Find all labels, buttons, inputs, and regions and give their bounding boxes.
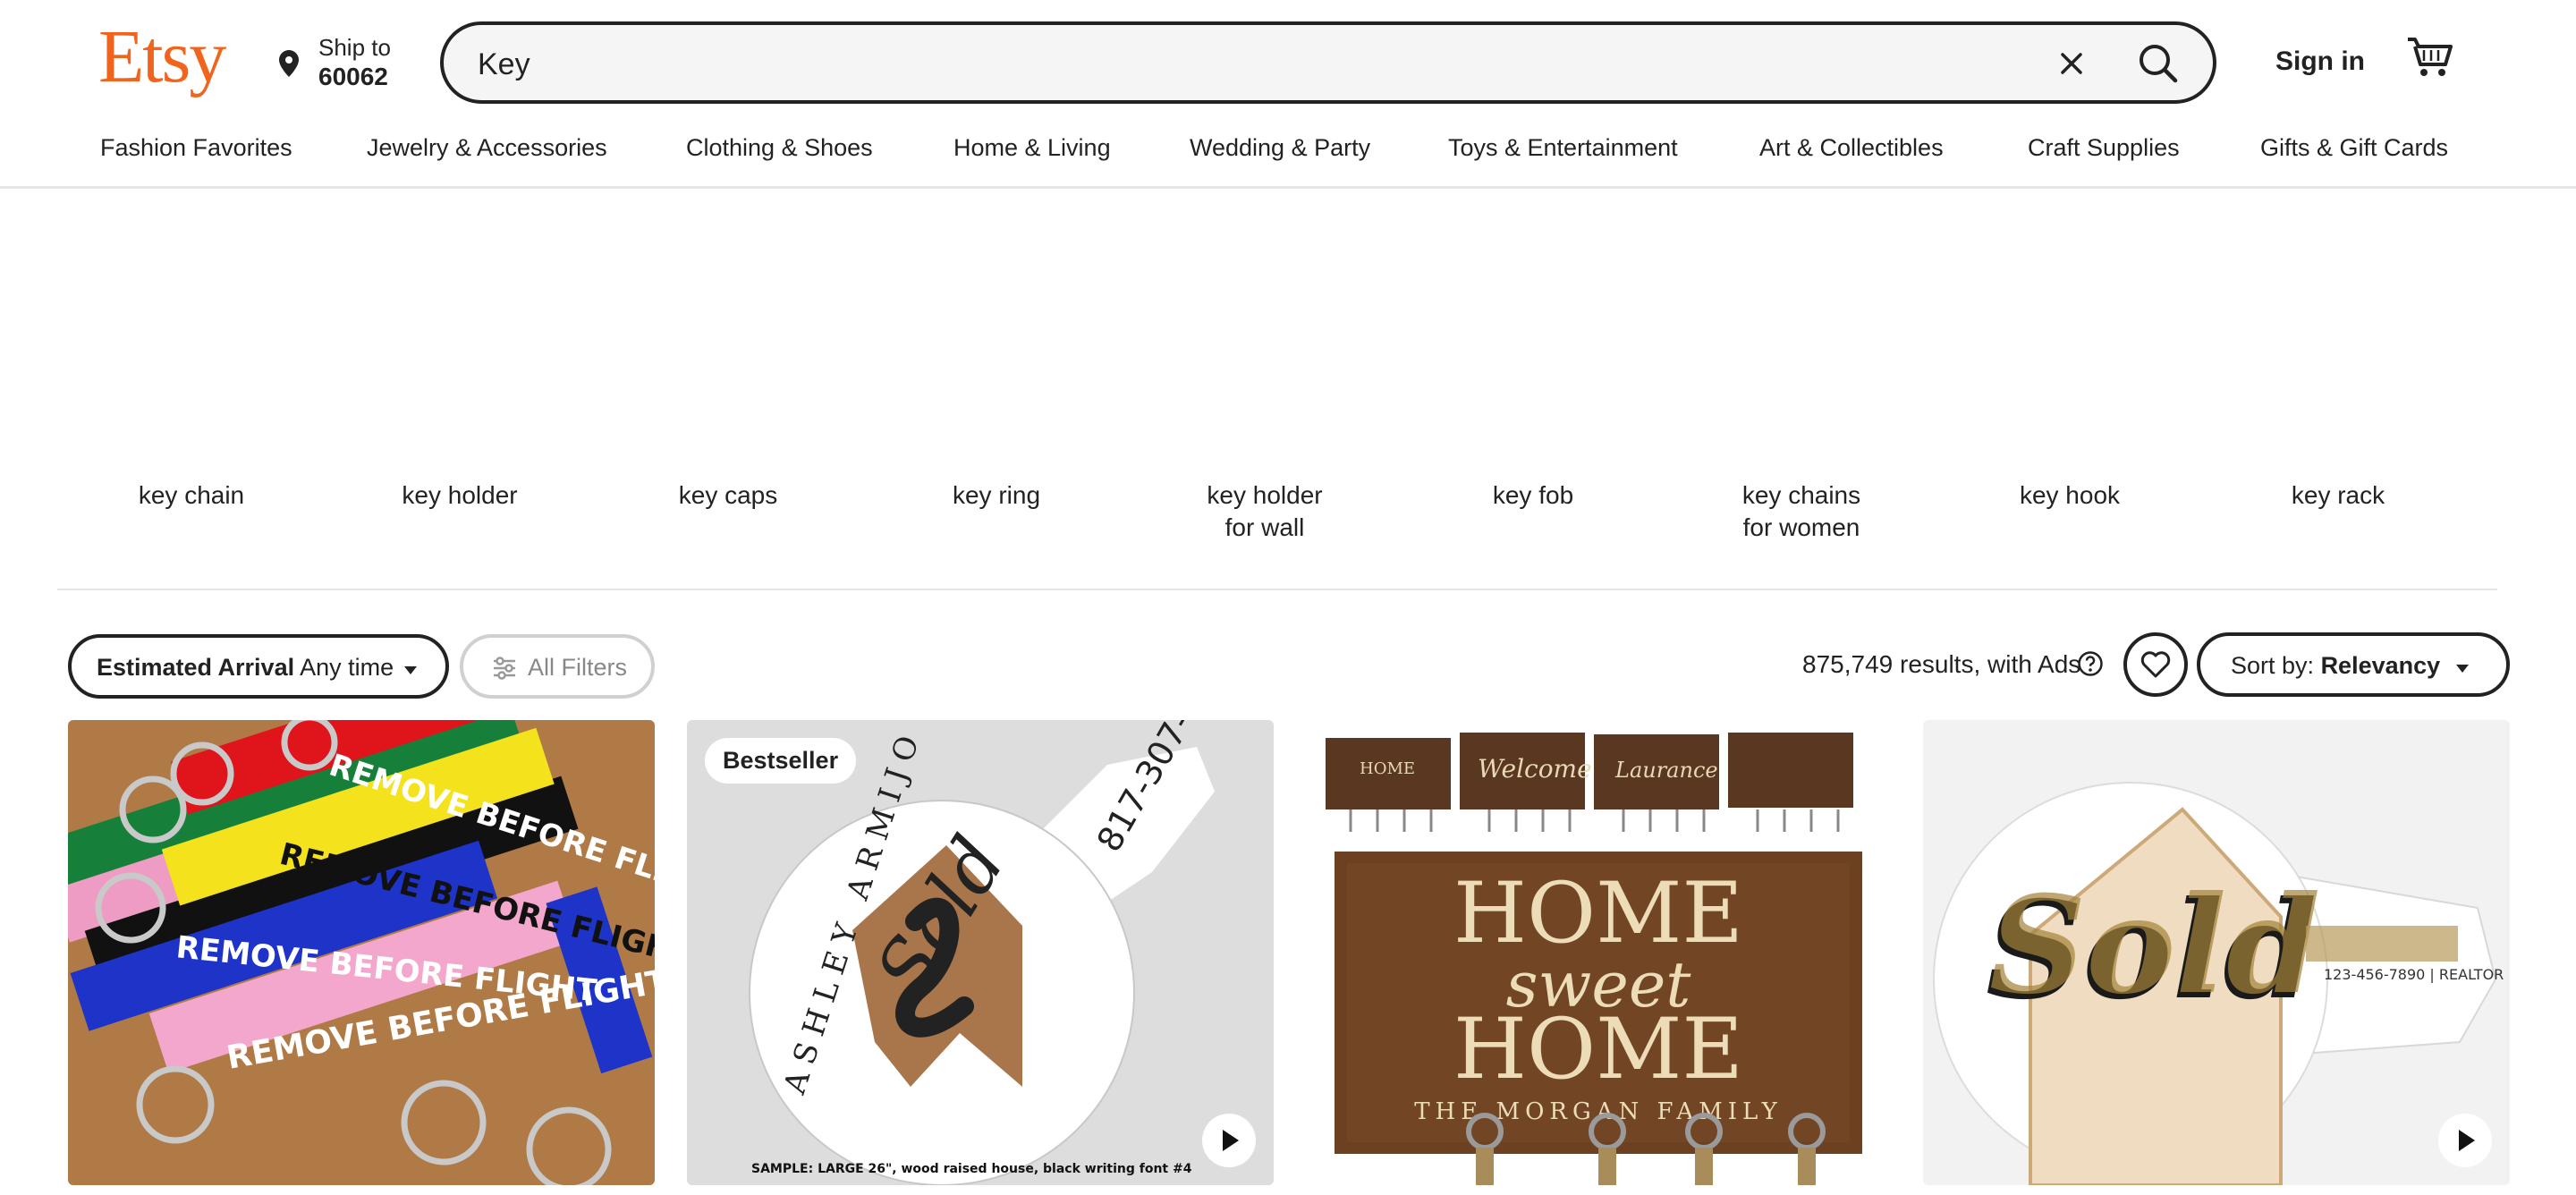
- related-search-key-holder-for-wall[interactable]: key holder for wall: [1175, 479, 1354, 544]
- search-icon[interactable]: [2132, 38, 2186, 91]
- estimated-arrival-dropdown[interactable]: Estimated Arrival Any time: [68, 634, 449, 699]
- play-video-icon[interactable]: [1202, 1114, 1256, 1167]
- sort-value: Relevancy: [2320, 652, 2441, 679]
- search-bar: [440, 21, 2216, 104]
- listing-image: REMOVE BEFORE FLIGHT REMOVE BEFORE FLIGH…: [68, 720, 655, 1185]
- all-filters-button[interactable]: All Filters: [460, 634, 655, 699]
- filter-sliders-icon: [494, 657, 515, 680]
- sort-label: Sort by:: [2231, 652, 2315, 679]
- chevron-down-icon: [2456, 665, 2469, 673]
- related-search-key-caps[interactable]: key caps: [639, 479, 818, 512]
- listing-card[interactable]: HOME Welcome Laurance HOME sweet HOME TH…: [1306, 720, 1893, 1185]
- category-clothing-shoes[interactable]: Clothing & Shoes: [686, 134, 873, 162]
- related-search-key-ring[interactable]: key ring: [907, 479, 1086, 512]
- listing-card[interactable]: Sold Sold 123-456-7890 | REALTOR: [1923, 720, 2510, 1185]
- category-wedding-party[interactable]: Wedding & Party: [1190, 134, 1370, 162]
- listing-card[interactable]: REMOVE BEFORE FLIGHT REMOVE BEFORE FLIGH…: [68, 720, 655, 1185]
- clear-search-icon[interactable]: [2049, 41, 2094, 86]
- category-nav: Fashion Favorites Jewelry & Accessories …: [0, 134, 2576, 188]
- category-toys-entertainment[interactable]: Toys & Entertainment: [1448, 134, 1678, 162]
- arrival-label: Estimated Arrival: [97, 654, 295, 681]
- category-fashion-favorites[interactable]: Fashion Favorites: [100, 134, 292, 162]
- svg-text:Sold: Sold: [1989, 867, 2320, 1024]
- svg-text:HOME: HOME: [1360, 759, 1415, 778]
- results-count: 875,749 results, with Ads: [1802, 650, 2081, 678]
- ship-to-zip: 60062: [318, 63, 388, 90]
- related-search-key-fob[interactable]: key fob: [1444, 479, 1623, 512]
- category-gifts-gift-cards[interactable]: Gifts & Gift Cards: [2260, 134, 2448, 162]
- listing-card[interactable]: Sold 817-307-8763 ASHLEY ARMIJO SAMPLE: …: [687, 720, 1274, 1185]
- header-divider: [0, 186, 2576, 189]
- related-search-key-rack[interactable]: key rack: [2249, 479, 2428, 512]
- listing-image: HOME Welcome Laurance HOME sweet HOME TH…: [1306, 720, 1893, 1185]
- cart-icon[interactable]: [2406, 36, 2453, 79]
- search-input[interactable]: [476, 43, 2000, 86]
- sort-dropdown[interactable]: Sort by: Relevancy: [2197, 632, 2510, 697]
- heart-icon: [2140, 651, 2171, 678]
- play-video-icon[interactable]: [2438, 1114, 2492, 1167]
- related-search-key-hook[interactable]: key hook: [1980, 479, 2159, 512]
- save-search-button[interactable]: [2123, 632, 2188, 697]
- svg-text:SAMPLE: LARGE 26", wood raised: SAMPLE: LARGE 26", wood raised house, bl…: [751, 1162, 1192, 1176]
- category-craft-supplies[interactable]: Craft Supplies: [2028, 134, 2180, 162]
- ship-to-location[interactable]: Ship to 60062: [279, 32, 413, 95]
- svg-text:123-456-7890 | REALTOR: 123-456-7890 | REALTOR: [2324, 966, 2504, 983]
- svg-text:HOME: HOME: [1453, 1001, 1743, 1098]
- related-search-key-chains-for-women[interactable]: key chains for women: [1712, 479, 1891, 544]
- ship-to-label: Ship to: [318, 34, 391, 61]
- arrival-value: Any time: [300, 654, 394, 681]
- listing-image: Sold 817-307-8763 ASHLEY ARMIJO SAMPLE: …: [687, 720, 1274, 1185]
- etsy-logo[interactable]: Etsy: [98, 20, 226, 95]
- sign-in-link[interactable]: Sign in: [2275, 47, 2365, 77]
- category-jewelry-accessories[interactable]: Jewelry & Accessories: [367, 134, 607, 162]
- bestseller-badge: Bestseller: [705, 738, 857, 784]
- svg-text:Laurance: Laurance: [1614, 758, 1718, 783]
- category-home-living[interactable]: Home & Living: [953, 134, 1111, 162]
- location-pin-icon: [279, 50, 299, 77]
- svg-text:Welcome: Welcome: [1478, 754, 1592, 784]
- all-filters-label: All Filters: [528, 654, 628, 681]
- chevron-down-icon: [404, 666, 417, 674]
- related-search-key-chain[interactable]: key chain: [102, 479, 281, 512]
- related-search-key-holder[interactable]: key holder: [370, 479, 549, 512]
- category-art-collectibles[interactable]: Art & Collectibles: [1759, 134, 1944, 162]
- help-icon[interactable]: [2077, 650, 2104, 677]
- listing-image: Sold Sold 123-456-7890 | REALTOR: [1923, 720, 2510, 1185]
- section-divider: [57, 589, 2497, 590]
